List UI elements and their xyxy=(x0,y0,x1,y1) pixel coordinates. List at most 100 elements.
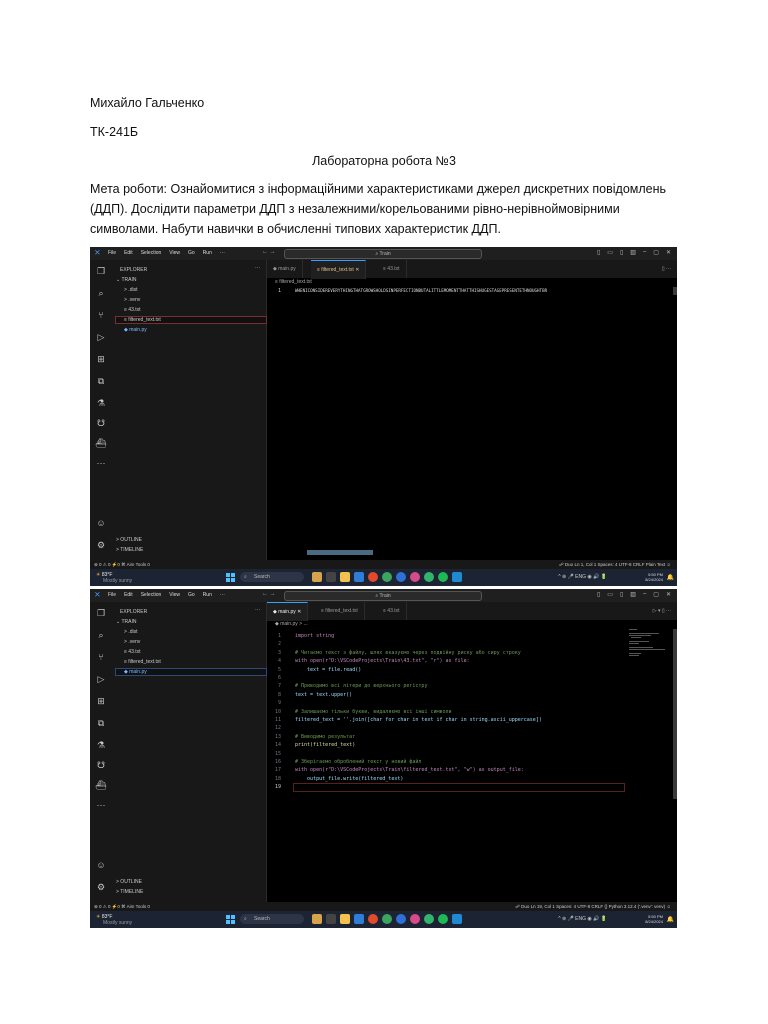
more-icon[interactable]: ··· xyxy=(90,458,112,468)
chrome-icon[interactable] xyxy=(396,572,406,582)
status-problems[interactable]: ⊗ 0 ⚠ 0 ⚡0 ⌘ Aim Tools 0 xyxy=(94,560,150,569)
copilot-icon[interactable]: ☋ xyxy=(90,418,112,428)
outline-section[interactable]: > OUTLINE xyxy=(116,879,142,885)
folder-train[interactable]: ⌄ TRAIN xyxy=(116,277,137,283)
testing-icon[interactable]: ⚗ xyxy=(90,398,112,408)
more-icon[interactable]: ··· xyxy=(90,800,112,810)
menu-selection[interactable]: Selection xyxy=(141,592,162,598)
search-icon[interactable]: ⌕ xyxy=(90,288,112,298)
remote-icon[interactable]: ⧉ xyxy=(90,718,112,728)
close-window-button[interactable]: ✕ xyxy=(666,591,671,598)
start-button[interactable] xyxy=(226,915,235,924)
browser-icon[interactable] xyxy=(368,572,378,582)
tree-item-main-py[interactable]: ◆ main.py xyxy=(115,668,267,676)
app-icon[interactable] xyxy=(312,572,322,582)
menu-go[interactable]: Go xyxy=(188,592,195,598)
docker-icon[interactable]: ⛴ xyxy=(90,438,112,448)
tree-item-dist[interactable]: > .dist xyxy=(124,287,137,293)
app-icon[interactable] xyxy=(312,914,322,924)
menu-file[interactable]: File xyxy=(108,592,116,598)
close-window-button[interactable]: ✕ xyxy=(666,249,671,256)
layout-icon[interactable]: ▥ xyxy=(630,591,636,598)
app-icon[interactable] xyxy=(326,572,336,582)
status-problems[interactable]: ⊗ 0 ⚠ 0 ⚡0 ⌘ Aim Tools 0 xyxy=(94,902,150,911)
notification-icon[interactable]: 🔔 xyxy=(667,916,674,923)
search-icon[interactable]: ⌕ xyxy=(90,630,112,640)
remote-icon[interactable]: ⧉ xyxy=(90,376,112,386)
whatsapp-icon[interactable] xyxy=(424,914,434,924)
menu-edit[interactable]: Edit xyxy=(124,592,133,598)
timeline-section[interactable]: > TIMELINE xyxy=(116,889,143,895)
editor-actions[interactable]: ▯ ··· xyxy=(662,266,671,272)
toggle-secondary-icon[interactable]: ▯ xyxy=(620,591,623,598)
minimap[interactable] xyxy=(629,629,669,659)
app-icon[interactable] xyxy=(354,572,364,582)
vertical-scrollbar[interactable] xyxy=(673,629,677,799)
run-debug-icon[interactable]: ▷ xyxy=(90,332,112,342)
tab-43-txt[interactable]: ≡ 43.txt xyxy=(377,602,407,620)
nav-arrows[interactable]: ← → xyxy=(262,249,276,255)
horizontal-scrollbar[interactable] xyxy=(307,550,373,555)
menu-run[interactable]: Run xyxy=(203,250,212,256)
weather-widget[interactable]: ☀ 83°F Mostly sunny xyxy=(96,914,132,926)
minimize-button[interactable]: – xyxy=(643,591,646,598)
explorer-more-button[interactable]: ··· xyxy=(255,607,260,613)
system-tray[interactable]: ^ ⊛ 🎤 ENG ◉ 🔊 🔋 xyxy=(558,574,607,580)
editor-actions[interactable]: ▷ ▾ ▯ ··· xyxy=(653,608,671,614)
maximize-button[interactable]: ▢ xyxy=(653,591,659,598)
extensions-icon[interactable]: ⊞ xyxy=(90,354,112,364)
maximize-button[interactable]: ▢ xyxy=(653,249,659,256)
command-center-search[interactable]: ⌕ Train xyxy=(284,591,482,601)
testing-icon[interactable]: ⚗ xyxy=(90,740,112,750)
vscode-taskbar-icon[interactable] xyxy=(452,572,462,582)
nav-arrows[interactable]: ← → xyxy=(262,591,276,597)
tree-item-filtered-text[interactable]: ≡ filtered_text.txt xyxy=(124,659,161,665)
clock[interactable]: 5:50 PM 8/24/2024 xyxy=(645,914,663,924)
settings-icon[interactable]: ⚙ xyxy=(90,882,112,892)
extensions-icon[interactable]: ⊞ xyxy=(90,696,112,706)
tree-item-venv[interactable]: > .venv xyxy=(124,297,140,303)
spotify-icon[interactable] xyxy=(438,914,448,924)
source-control-icon[interactable]: ⑂ xyxy=(90,310,112,320)
vertical-scrollbar[interactable] xyxy=(673,287,677,295)
tab-filtered-text[interactable]: ≡ filtered_text.txt xyxy=(315,602,365,620)
tree-item-filtered-text[interactable]: ≡ filtered_text.txt xyxy=(115,316,267,324)
run-debug-icon[interactable]: ▷ xyxy=(90,674,112,684)
toggle-panel-icon[interactable]: ▭ xyxy=(607,591,613,598)
menu-selection[interactable]: Selection xyxy=(141,250,162,256)
settings-icon[interactable]: ⚙ xyxy=(90,540,112,550)
menu-go[interactable]: Go xyxy=(188,250,195,256)
tree-item-venv[interactable]: > .venv xyxy=(124,639,140,645)
menu-view[interactable]: View xyxy=(169,250,180,256)
vscode-taskbar-icon[interactable] xyxy=(452,914,462,924)
layout-icon[interactable]: ▥ xyxy=(630,249,636,256)
account-icon[interactable]: ☺ xyxy=(90,518,112,528)
menu-more[interactable]: ··· xyxy=(220,250,225,256)
tab-filtered-text[interactable]: ≡ filtered_text.txt ✕ xyxy=(311,260,367,279)
whatsapp-icon[interactable] xyxy=(424,572,434,582)
menu-more[interactable]: ··· xyxy=(220,592,225,598)
menu-run[interactable]: Run xyxy=(203,592,212,598)
file-explorer-icon[interactable] xyxy=(340,572,350,582)
docker-icon[interactable]: ⛴ xyxy=(90,780,112,790)
clock[interactable]: 5:50 PM 8/24/2024 xyxy=(645,572,663,582)
taskbar-search[interactable]: ⌕ Search xyxy=(240,914,304,924)
folder-train[interactable]: ⌄ TRAIN xyxy=(116,619,137,625)
tree-item-43-txt[interactable]: ≡ 43.txt xyxy=(124,649,141,655)
start-button[interactable] xyxy=(226,573,235,582)
toggle-secondary-icon[interactable]: ▯ xyxy=(620,249,623,256)
tab-main-py[interactable]: ◆ main.py xyxy=(267,260,303,278)
code-editor[interactable]: 1 WHENICONSIDEREVERYTHINGTHATGROWSHOLDSI… xyxy=(267,287,677,560)
app-icon[interactable] xyxy=(326,914,336,924)
outline-section[interactable]: > OUTLINE xyxy=(116,537,142,543)
tree-item-43-txt[interactable]: ≡ 43.txt xyxy=(124,307,141,313)
app-icon[interactable] xyxy=(354,914,364,924)
notification-icon[interactable]: 🔔 xyxy=(667,574,674,581)
explorer-more-button[interactable]: ··· xyxy=(255,265,260,271)
toggle-panel-icon[interactable]: ▭ xyxy=(607,249,613,256)
chrome-icon[interactable] xyxy=(396,914,406,924)
chrome-icon[interactable] xyxy=(382,572,392,582)
tree-item-dist[interactable]: > .dist xyxy=(124,629,137,635)
timeline-section[interactable]: > TIMELINE xyxy=(116,547,143,553)
tab-43-txt[interactable]: ≡ 43.txt xyxy=(377,260,407,278)
